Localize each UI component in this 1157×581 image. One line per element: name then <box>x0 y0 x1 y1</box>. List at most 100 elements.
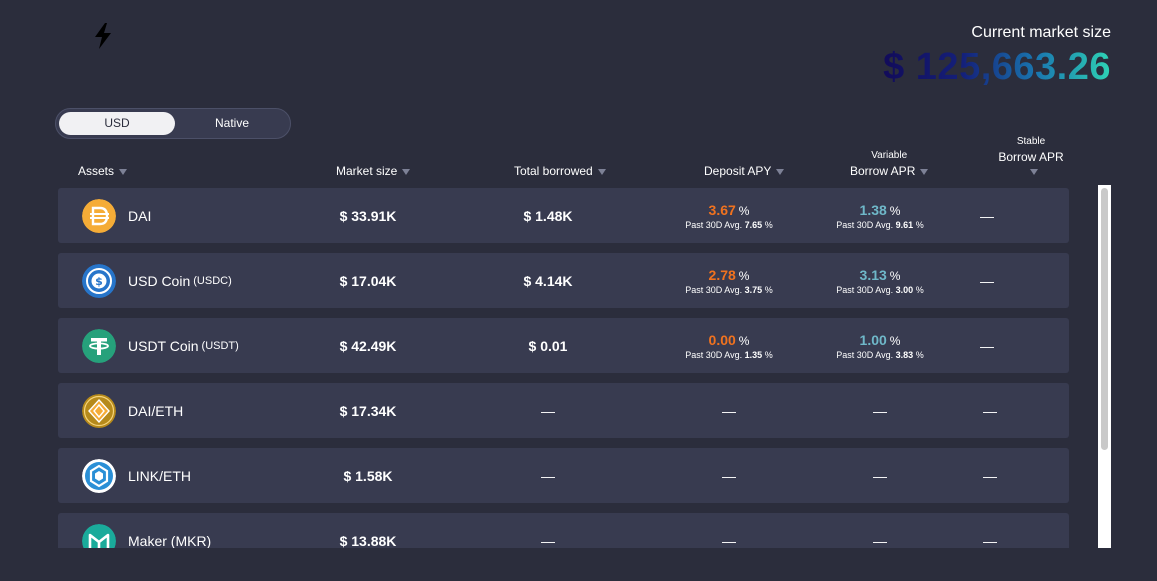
variable-apr-value: 1.38 <box>859 201 887 218</box>
dai-eth-icon <box>82 393 116 428</box>
asset-cell: $ USD Coin (USDC) <box>82 253 232 308</box>
column-deposit-apy[interactable]: Deposit APY <box>704 164 785 178</box>
market-size-title: Current market size <box>971 24 1111 41</box>
link-eth-icon <box>82 458 116 493</box>
asset-name: DAI/ETH <box>128 402 184 419</box>
deposit-apy-value: 2.78 <box>708 266 736 283</box>
column-stable-sublabel: Stable <box>1016 136 1046 147</box>
past-30d-label: Past 30D Avg. <box>836 284 894 295</box>
deposit-apy-value: 0.00 <box>708 331 736 348</box>
variable-avg-line: Past 30D Avg. 3.00 % <box>836 285 923 295</box>
asset-cell: DAI <box>82 188 151 243</box>
percent-sign: % <box>889 203 901 218</box>
table-row[interactable]: $ USD Coin (USDC) $ 17.04K $ 4.14K 2.78%… <box>58 253 1069 308</box>
table-row[interactable]: DAI $ 33.91K $ 1.48K 3.67% Past 30D Avg.… <box>58 188 1069 243</box>
deposit-avg-line: Past 30D Avg. 7.65 % <box>685 220 772 230</box>
variable-apr-value-line: 1.38% <box>860 202 901 218</box>
asset-cell: LINK/ETH <box>82 448 191 503</box>
currency-toggle[interactable]: USD Native <box>55 108 291 139</box>
market-size-cell: $ 17.04K <box>339 272 397 289</box>
deposit-apy-value: 3.67 <box>708 201 736 218</box>
percent-sign: % <box>764 349 773 360</box>
market-size-cell: $ 13.88K <box>339 532 397 549</box>
deposit-apy-value-line: 2.78% <box>709 267 750 283</box>
column-market-size[interactable]: Market size <box>336 164 411 178</box>
percent-sign: % <box>738 268 750 283</box>
percent-sign: % <box>915 219 924 230</box>
variable-avg-line: Past 30D Avg. 9.61 % <box>836 220 923 230</box>
deposit-apy-value-line: 0.00% <box>709 332 750 348</box>
variable-apr-cell: 3.13% Past 30D Avg. 3.00 % <box>820 253 940 308</box>
stable-apr-cell: — <box>980 337 994 354</box>
variable-apr-cell: — <box>873 467 887 484</box>
total-borrowed-cell: — <box>541 467 555 484</box>
market-size-value: $ 125,663.26 <box>883 46 1111 88</box>
asset-symbol: (USDC) <box>193 274 232 287</box>
asset-symbol: (USDT) <box>201 339 239 352</box>
deposit-avg-line: Past 30D Avg. 3.75 % <box>685 285 772 295</box>
scrollbar-thumb[interactable] <box>1101 188 1108 450</box>
total-borrowed-cell: — <box>541 532 555 549</box>
variable-apr-cell: — <box>873 402 887 419</box>
column-stable-borrow-apr[interactable]: Stable Borrow APR <box>992 136 1070 178</box>
column-stable-label: Borrow APR <box>998 150 1064 164</box>
percent-sign: % <box>738 203 750 218</box>
market-size-cell: $ 17.34K <box>339 402 397 419</box>
asset-name: DAI <box>128 207 152 224</box>
percent-sign: % <box>915 284 924 295</box>
variable-avg-value: 9.61 <box>895 219 914 230</box>
column-assets-label: Assets <box>78 164 115 178</box>
column-total-borrowed-label: Total borrowed <box>514 164 593 178</box>
variable-avg-line: Past 30D Avg. 3.83 % <box>836 350 923 360</box>
asset-cell: USDT Coin (USDT) <box>82 318 239 373</box>
asset-cell: Maker (MKR) <box>82 513 211 548</box>
table-row[interactable]: USDT Coin (USDT) $ 42.49K $ 0.01 0.00% P… <box>58 318 1069 373</box>
usdc-icon: $ <box>82 263 116 298</box>
deposit-apy-cell: 0.00% Past 30D Avg. 1.35 % <box>669 318 789 373</box>
total-borrowed-cell: $ 0.01 <box>528 337 568 354</box>
table-header: Assets Market size Total borrowed Deposi… <box>58 136 1070 182</box>
asset-cell: DAI/ETH <box>82 383 183 438</box>
asset-name: LINK/ETH <box>128 467 192 484</box>
deposit-avg-value: 1.35 <box>744 349 763 360</box>
column-assets[interactable]: Assets <box>78 164 128 178</box>
table-row[interactable]: Maker (MKR) $ 13.88K — — — — <box>58 513 1069 548</box>
toggle-native[interactable]: Native <box>174 112 290 135</box>
percent-sign: % <box>889 333 901 348</box>
toggle-usd[interactable]: USD <box>59 112 175 135</box>
table-row[interactable]: DAI/ETH $ 17.34K — — — — <box>58 383 1069 438</box>
total-borrowed-cell: — <box>541 402 555 419</box>
variable-apr-cell: — <box>873 532 887 549</box>
deposit-apy-cell: — <box>722 467 736 484</box>
column-variable-sublabel: Variable <box>871 150 908 161</box>
column-variable-borrow-apr[interactable]: Variable Borrow APR <box>850 150 929 178</box>
column-variable-label: Borrow APR <box>850 164 916 178</box>
markets-table-body: DAI $ 33.91K $ 1.48K 3.67% Past 30D Avg.… <box>58 188 1070 548</box>
variable-apr-cell: 1.38% Past 30D Avg. 9.61 % <box>820 188 940 243</box>
deposit-avg-value: 7.65 <box>744 219 763 230</box>
variable-apr-value-line: 1.00% <box>860 332 901 348</box>
column-total-borrowed[interactable]: Total borrowed <box>514 164 606 178</box>
lightning-logo-icon[interactable] <box>90 22 116 50</box>
sort-caret-icon <box>597 168 606 175</box>
stable-apr-cell: — <box>980 207 994 224</box>
past-30d-label: Past 30D Avg. <box>836 219 894 230</box>
variable-avg-value: 3.00 <box>895 284 914 295</box>
mkr-icon <box>82 523 116 548</box>
total-borrowed-cell: $ 1.48K <box>523 207 573 224</box>
stable-apr-cell: — <box>980 272 994 289</box>
sort-caret-icon <box>776 168 785 175</box>
dai-icon <box>82 198 116 233</box>
deposit-avg-line: Past 30D Avg. 1.35 % <box>685 350 772 360</box>
variable-apr-value-line: 3.13% <box>860 267 901 283</box>
variable-apr-value: 3.13 <box>859 266 887 283</box>
sort-caret-icon <box>402 168 411 175</box>
market-size-cell: $ 33.91K <box>339 207 397 224</box>
asset-name: USDT Coin <box>128 337 199 354</box>
table-row[interactable]: LINK/ETH $ 1.58K — — — — <box>58 448 1069 503</box>
sort-caret-icon <box>1029 168 1038 175</box>
market-size-summary: Current market size $ 125,663.26 <box>883 24 1111 89</box>
sort-caret-icon <box>119 168 128 175</box>
total-borrowed-cell: $ 4.14K <box>523 272 573 289</box>
past-30d-label: Past 30D Avg. <box>685 349 743 360</box>
